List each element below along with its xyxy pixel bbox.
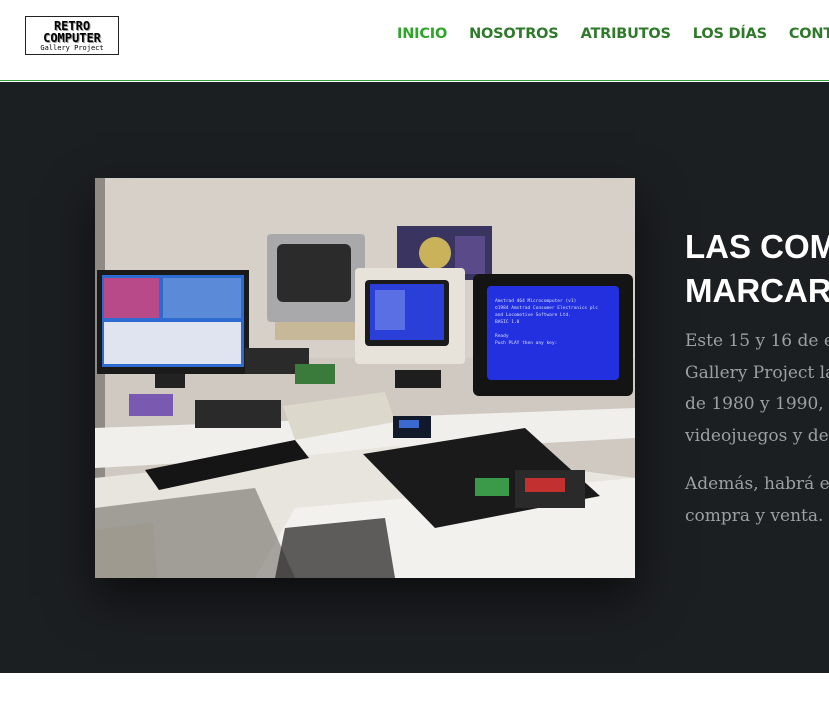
nav-item-contacto[interactable]: CONT	[789, 26, 829, 46]
paragraph-line: compra y venta. La	[685, 505, 829, 526]
nav-item-atributos[interactable]: ATRIBUTOS	[581, 26, 671, 46]
screen-text-line: Push PLAY then any key:	[495, 340, 557, 346]
hero-paragraph-1: Este 15 y 16 de ene Gallery Project las …	[685, 326, 829, 452]
hero-title-line: LAS COM	[685, 228, 829, 265]
hero-paragraph-2: Además, habrá en compra y venta. La	[685, 469, 829, 532]
screen-text-line: Ready	[495, 333, 509, 339]
screen-text-line: Amstrad 464 Microcomputer (v1)	[495, 298, 576, 304]
hero-title-line: MARCAR	[685, 272, 829, 309]
site-logo[interactable]: RETRO COMPUTER Gallery Project	[25, 16, 119, 55]
retro-computers-photo: Amstrad 464 Microcomputer (v1) ©1984 Ams…	[95, 178, 635, 578]
hero-description: Este 15 y 16 de ene Gallery Project las …	[685, 326, 829, 549]
site-header: RETRO COMPUTER Gallery Project INICIO NO…	[0, 0, 829, 81]
screen-text-line: BASIC 1.0	[495, 319, 520, 325]
screen-text-line: ©1984 Amstrad Consumer Electronics plc	[495, 305, 598, 311]
paragraph-line: de 1980 y 1990, así	[685, 394, 829, 414]
paragraph-line: Gallery Project las	[685, 362, 829, 383]
nav-item-nosotros[interactable]: NOSOTROS	[469, 26, 559, 46]
paragraph-line: Este 15 y 16 de ene	[685, 331, 829, 351]
logo-line-computer: COMPUTER	[43, 30, 101, 45]
screen-text-line: and Locomotive Software Ltd.	[495, 312, 571, 318]
logo-line-retro: RETRO	[53, 18, 91, 33]
nav-item-los-dias[interactable]: LOS DÍAS	[693, 26, 767, 46]
nav-item-inicio[interactable]: INICIO	[397, 26, 447, 46]
paragraph-line: Además, habrá en	[685, 474, 829, 494]
main-nav: INICIO NOSOTROS ATRIBUTOS LOS DÍAS CONT	[397, 26, 829, 46]
hero-title: LAS COM MARCAR	[685, 225, 829, 313]
hero-section: Amstrad 464 Microcomputer (v1) ©1984 Ams…	[0, 82, 829, 673]
paragraph-line: videojuegos y dem	[685, 425, 829, 446]
logo-line-gallery: Gallery Project	[40, 43, 104, 52]
